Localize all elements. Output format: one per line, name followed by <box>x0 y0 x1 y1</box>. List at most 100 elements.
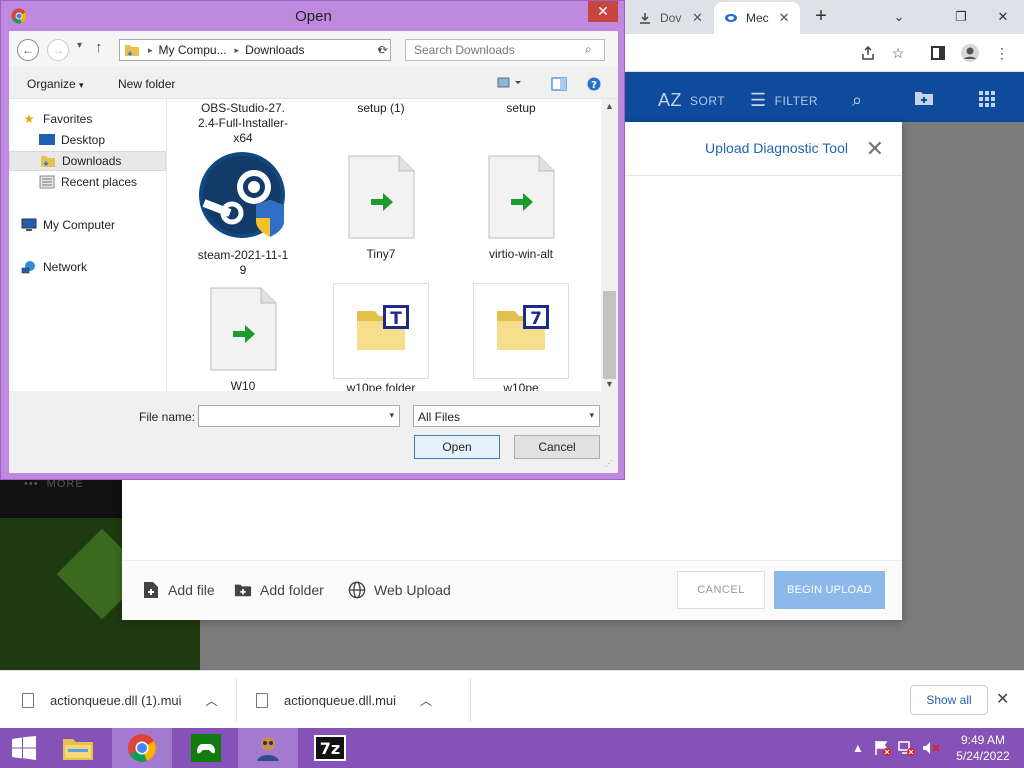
file-item-label: w10pe <box>503 381 539 391</box>
file-item[interactable]: OBS-Studio-27.2.4-Full-Installer-x64 <box>183 101 303 146</box>
xbox-taskbar-button[interactable] <box>176 728 236 768</box>
chevron-up-icon[interactable]: ︿ <box>420 692 432 709</box>
shortcut-file-icon <box>210 287 277 371</box>
action-center-flag-icon[interactable] <box>874 728 892 768</box>
file-item[interactable]: 7 w10pe <box>461 283 581 391</box>
file-item[interactable]: setup (1) <box>321 101 441 116</box>
restore-icon[interactable]: ❐ <box>944 0 978 34</box>
open-button[interactable]: Open <box>414 435 500 459</box>
file-icon <box>256 692 268 708</box>
user-app-icon <box>257 737 279 761</box>
close-icon[interactable]: ✕ <box>779 10 790 26</box>
shortcut-file-icon <box>348 155 415 239</box>
close-window-icon[interactable]: ✕ <box>986 0 1020 34</box>
chevron-down-icon: ▾ <box>589 410 594 420</box>
back-arrow-icon[interactable]: ← <box>17 39 39 61</box>
add-folder-button[interactable]: Add folder <box>234 581 324 599</box>
network-icon[interactable] <box>898 728 916 768</box>
add-file-button[interactable]: Add file <box>142 581 215 599</box>
tab-mega[interactable]: Mec ✕ <box>714 2 800 34</box>
7zip-icon: 7z <box>314 735 346 761</box>
view-options-icon[interactable] <box>497 77 523 92</box>
nav-recent-places[interactable]: Recent places <box>39 172 137 192</box>
start-button[interactable] <box>0 728 48 768</box>
add-folder-icon[interactable] <box>914 90 934 106</box>
scrollbar-thumb[interactable] <box>603 291 616 379</box>
clock-time: 9:49 AM <box>960 733 1006 747</box>
svg-text:7z: 7z <box>320 739 340 758</box>
user-app-taskbar-button[interactable] <box>238 728 298 768</box>
close-icon[interactable]: ✕ <box>866 136 884 162</box>
scroll-up-arrow-icon[interactable]: ▲ <box>605 101 614 111</box>
star-icon[interactable]: ☆ <box>886 42 910 64</box>
file-item[interactable]: virtio-win-alt <box>461 155 581 262</box>
7zip-taskbar-button[interactable]: 7z <box>300 728 360 768</box>
cancel-upload-button[interactable]: CANCEL <box>677 571 765 609</box>
refresh-icon[interactable]: ⟳ <box>375 42 391 58</box>
file-item[interactable]: steam-2021-11-19 <box>183 151 303 278</box>
web-upload-button[interactable]: Web Upload <box>348 581 451 599</box>
resize-grip-icon[interactable]: ⋰ <box>605 459 613 468</box>
chevron-down-icon[interactable]: ⌄ <box>882 0 916 34</box>
file-type-select[interactable]: All Files ▾ <box>413 405 600 427</box>
side-panel-icon[interactable] <box>926 42 950 64</box>
search-input[interactable]: Search Downloads <box>405 39 605 61</box>
open-file-dialog: Open ✕ ← → ▾ ↑ ▸ My Compu... ▸ Downloads… <box>0 0 625 480</box>
dialog-close-button[interactable]: ✕ <box>588 1 618 22</box>
close-icon[interactable]: ✕ <box>692 10 703 26</box>
file-item[interactable]: T w10pe.folder <box>321 283 441 391</box>
file-explorer-taskbar-button[interactable] <box>48 728 108 768</box>
tray-overflow-icon[interactable]: ▲ <box>852 728 864 768</box>
address-bar[interactable]: ▸ My Compu... ▸ Downloads ▾ <box>119 39 391 61</box>
grid-view-icon[interactable] <box>978 90 996 108</box>
file-list-scrollbar[interactable]: ▲ ▼ <box>601 99 618 391</box>
nav-my-computer[interactable]: My Computer <box>21 215 115 235</box>
show-all-button[interactable]: Show all <box>910 685 988 715</box>
recent-places-icon <box>39 175 55 189</box>
cancel-button[interactable]: Cancel <box>514 435 600 459</box>
forward-arrow-icon[interactable]: → <box>47 39 69 61</box>
new-tab-button[interactable]: + <box>810 6 832 28</box>
nav-downloads[interactable]: Downloads <box>9 151 166 171</box>
menu-kebab-icon[interactable]: ⋮ <box>990 42 1014 64</box>
upload-diagnostic-tool-link[interactable]: Upload Diagnostic Tool <box>705 140 848 156</box>
scroll-down-arrow-icon[interactable]: ▼ <box>605 379 614 389</box>
help-icon[interactable]: ? <box>587 77 601 94</box>
file-item[interactable]: W10 <box>183 287 303 391</box>
download-item[interactable]: actionqueue.dll.mui ︿ <box>256 671 432 729</box>
file-item-label: W10 <box>230 379 256 391</box>
search-icon[interactable]: ⌕ <box>852 90 871 111</box>
address-segment[interactable]: Downloads <box>245 43 304 57</box>
tab-label: Dov <box>660 11 682 25</box>
address-segment[interactable]: My Compu... <box>159 43 227 57</box>
volume-muted-icon[interactable] <box>922 728 940 768</box>
nav-desktop[interactable]: Desktop <box>39 130 105 150</box>
file-name-input[interactable]: ▾ <box>198 405 400 427</box>
downloads-folder-icon <box>40 154 56 168</box>
chevron-down-icon[interactable]: ▾ <box>389 410 394 421</box>
close-icon[interactable]: ✕ <box>996 689 1009 709</box>
begin-upload-button[interactable]: BEGIN UPLOAD <box>774 571 885 609</box>
preview-pane-icon[interactable] <box>551 77 567 94</box>
chevron-up-icon[interactable]: ︿ <box>206 692 218 709</box>
recent-locations-chevron-icon[interactable]: ▾ <box>77 40 82 51</box>
share-icon[interactable] <box>856 42 880 64</box>
organize-button[interactable]: Organize ▾ <box>27 77 84 91</box>
dialog-title-bar[interactable]: Open ✕ <box>1 1 626 31</box>
modal-footer: Add file Add folder Web Upload CANCEL BE… <box>122 560 902 620</box>
desktop-icon <box>39 133 55 147</box>
profile-avatar-icon[interactable] <box>958 42 982 64</box>
nav-favorites[interactable]: ★ Favorites <box>21 109 93 129</box>
sort-button[interactable]: AZ SORT <box>658 90 725 111</box>
up-arrow-icon[interactable]: ↑ <box>95 39 103 56</box>
download-item[interactable]: actionqueue.dll (1).mui ︿ <box>22 671 218 729</box>
file-item[interactable]: Tiny7 <box>321 155 441 262</box>
chrome-taskbar-button[interactable] <box>112 728 172 768</box>
filter-button[interactable]: ☰ FILTER <box>750 90 818 111</box>
new-folder-button[interactable]: New folder <box>118 77 175 91</box>
system-clock[interactable]: 9:49 AM 5/24/2022 <box>948 732 1018 764</box>
divider <box>470 679 471 721</box>
file-item[interactable]: setup <box>461 101 581 116</box>
nav-network[interactable]: Network <box>21 257 87 277</box>
dialog-title: Open <box>295 8 332 25</box>
